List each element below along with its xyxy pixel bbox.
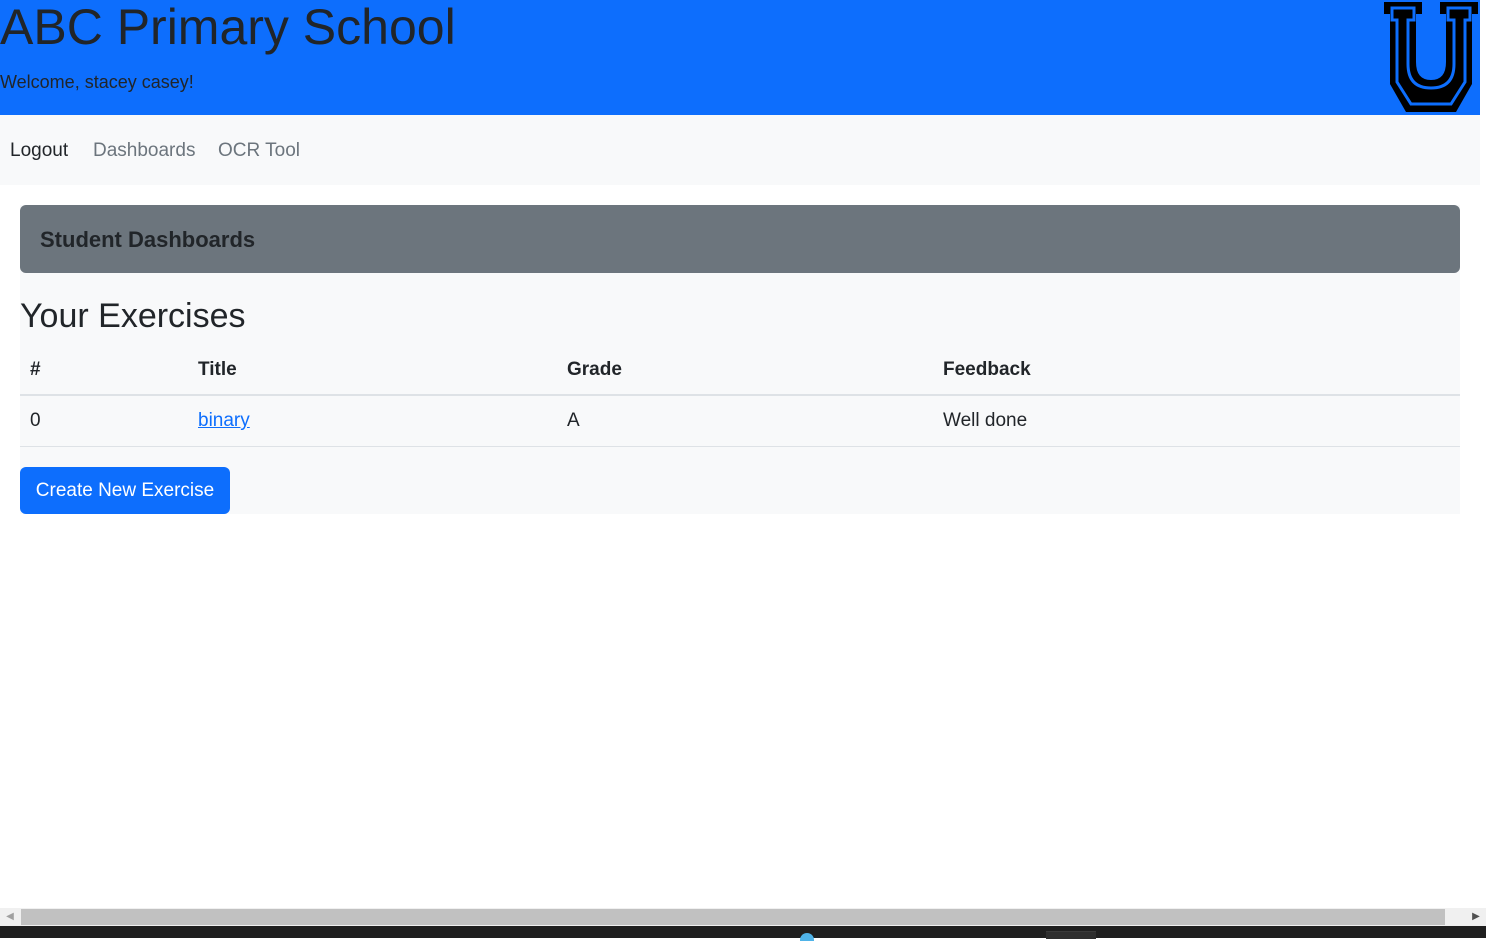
cell-feedback: Well done <box>933 395 1460 447</box>
block-letter-u-logo-icon <box>1384 2 1478 112</box>
column-header-grade: Grade <box>557 345 933 396</box>
scroll-right-arrow-icon[interactable]: ▶ <box>1466 908 1486 926</box>
nav-logout[interactable]: Logout <box>10 139 68 163</box>
table-header-row: # Title Grade Feedback <box>20 345 1460 396</box>
create-new-exercise-button[interactable]: Create New Exercise <box>20 467 230 514</box>
taskbar-app-icon[interactable] <box>800 933 814 941</box>
nav-dashboards[interactable]: Dashboards <box>93 139 195 163</box>
site-title: ABC Primary School <box>0 0 456 55</box>
header-banner: ABC Primary School Welcome, stacey casey… <box>0 0 1480 115</box>
page: ABC Primary School Welcome, stacey casey… <box>0 0 1480 908</box>
cell-title: binary <box>188 395 557 447</box>
cell-grade: A <box>557 395 933 447</box>
horizontal-scrollbar-thumb[interactable] <box>21 909 1445 925</box>
exercise-title-link[interactable]: binary <box>198 410 250 431</box>
column-header-title: Title <box>188 345 557 396</box>
horizontal-scrollbar[interactable]: ◀ ▶ <box>0 908 1486 926</box>
scroll-left-arrow-icon[interactable]: ◀ <box>0 908 20 926</box>
section-title: Your Exercises <box>20 297 246 335</box>
column-header-feedback: Feedback <box>933 345 1460 396</box>
dashboard-content: Student Dashboards Your Exercises # Titl… <box>20 205 1460 514</box>
welcome-message: Welcome, stacey casey! <box>0 72 194 92</box>
column-header-number: # <box>20 345 188 396</box>
card-title: Student Dashboards <box>40 227 256 252</box>
table-row: 0 binary A Well done <box>20 395 1460 447</box>
nav-ocr-tool[interactable]: OCR Tool <box>218 139 300 163</box>
dashboard-card-header: Student Dashboards <box>20 205 1460 273</box>
top-navbar: Logout Dashboards OCR Tool <box>0 115 1480 185</box>
os-taskbar <box>0 926 1486 941</box>
exercises-table: # Title Grade Feedback 0 binary A Well d… <box>20 345 1460 447</box>
cell-number: 0 <box>20 395 188 447</box>
